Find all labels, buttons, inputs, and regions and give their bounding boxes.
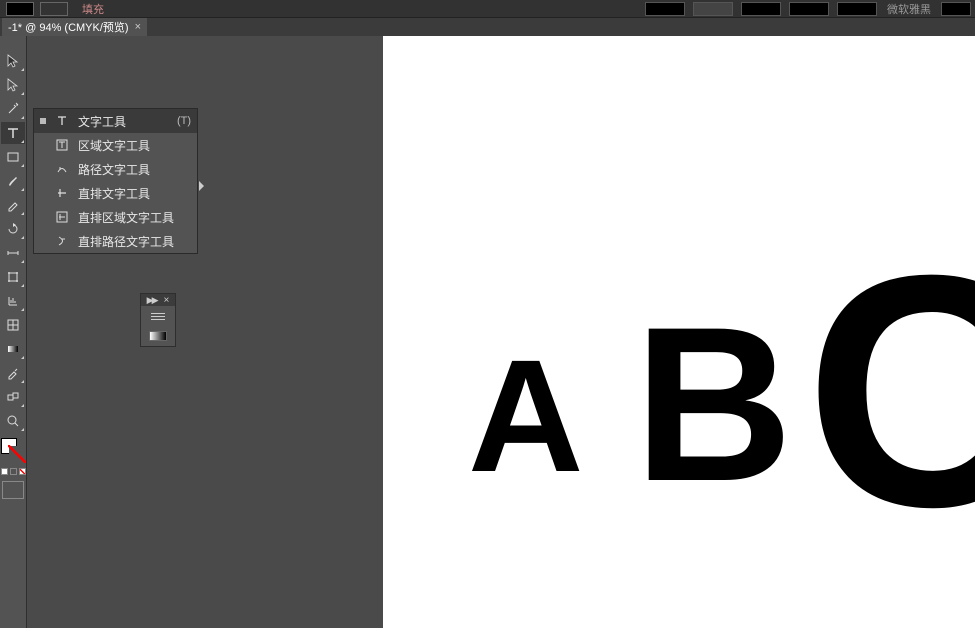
free-transform-tool[interactable] — [1, 266, 25, 288]
text-object-b[interactable]: B — [634, 294, 789, 514]
flyout-label: 直排文字工具 — [78, 185, 191, 202]
flyout-label: 路径文字工具 — [78, 161, 191, 178]
tab-title: -1* @ 94% (CMYK/预览) — [8, 19, 129, 35]
type-icon — [54, 115, 70, 127]
document-tabs: -1* @ 94% (CMYK/预览) × — [0, 18, 975, 36]
flyout-vertical-path-type-tool[interactable]: 直排路径文字工具 — [34, 229, 197, 253]
doc-tab[interactable]: -1* @ 94% (CMYK/预览) × — [2, 18, 147, 36]
graph-tool[interactable] — [1, 290, 25, 312]
selected-indicator-icon — [40, 142, 46, 148]
shortcut-label: (T) — [177, 115, 191, 127]
paintbrush-tool[interactable] — [1, 170, 25, 192]
stroke-box[interactable] — [9, 446, 25, 462]
selected-indicator-icon — [40, 166, 46, 172]
close-icon[interactable]: × — [135, 21, 141, 33]
flyout-tearoff-arrow-icon[interactable] — [199, 181, 204, 191]
vertical-area-type-icon — [54, 211, 70, 223]
top-field-6[interactable] — [941, 2, 971, 16]
top-field-3[interactable] — [741, 2, 781, 16]
screen-mode[interactable] — [2, 481, 24, 499]
tools-panel — [0, 36, 27, 628]
flyout-label: 直排区域文字工具 — [78, 209, 191, 226]
font-label: 微软雅黑 — [887, 1, 931, 17]
area-type-icon — [54, 139, 70, 151]
top-label: 填充 — [82, 1, 104, 17]
pencil-tool[interactable] — [1, 194, 25, 216]
selected-indicator-icon — [40, 190, 46, 196]
panel-icon-gradient[interactable] — [141, 326, 175, 346]
close-icon[interactable]: × — [164, 295, 170, 306]
path-type-icon — [54, 163, 70, 175]
direct-selection-tool[interactable] — [1, 74, 25, 96]
zoom-tool[interactable] — [1, 410, 25, 432]
selected-indicator-icon — [40, 118, 46, 124]
collapsed-panel[interactable]: ▶▶ × — [140, 293, 176, 347]
text-object-c[interactable]: C — [805, 226, 975, 556]
eyedropper-tool[interactable] — [1, 362, 25, 384]
vertical-type-icon — [54, 187, 70, 199]
top-field-1[interactable] — [645, 2, 685, 16]
panel-icon-paragraph[interactable] — [141, 306, 175, 326]
panel-header[interactable]: ▶▶ × — [141, 294, 175, 306]
type-tool-flyout: 文字工具 (T) 区域文字工具 路径文字工具 直排文字工具 直排区域文字工具 直… — [33, 108, 198, 254]
color-mode-gradient[interactable] — [10, 468, 17, 475]
flyout-label: 区域文字工具 — [78, 137, 191, 154]
top-field-4[interactable] — [789, 2, 829, 16]
top-field-5[interactable] — [837, 2, 877, 16]
options-bar: 填充 微软雅黑 — [0, 0, 975, 18]
magic-wand-tool[interactable] — [1, 98, 25, 120]
selection-tool[interactable] — [1, 50, 25, 72]
selected-indicator-icon — [40, 238, 46, 244]
fill-swatch[interactable] — [6, 2, 34, 16]
color-mode-solid[interactable] — [1, 468, 8, 475]
width-tool[interactable] — [1, 242, 25, 264]
vertical-path-type-icon — [54, 235, 70, 247]
flyout-area-type-tool[interactable]: 区域文字工具 — [34, 133, 197, 157]
fill-stroke-control[interactable] — [1, 438, 25, 462]
color-mode-row — [1, 468, 26, 475]
gradient-tool[interactable] — [1, 338, 25, 360]
top-field-2[interactable] — [693, 2, 733, 16]
stroke-swatch[interactable] — [40, 2, 68, 16]
type-tool[interactable] — [1, 122, 25, 144]
gradient-icon — [149, 331, 167, 341]
flyout-vertical-area-type-tool[interactable]: 直排区域文字工具 — [34, 205, 197, 229]
blend-tool[interactable] — [1, 386, 25, 408]
selected-indicator-icon — [40, 214, 46, 220]
flyout-path-type-tool[interactable]: 路径文字工具 — [34, 157, 197, 181]
rotate-tool[interactable] — [1, 218, 25, 240]
paragraph-icon — [151, 313, 165, 320]
artboard[interactable]: A B C — [383, 36, 975, 628]
expand-arrows-icon[interactable]: ▶▶ — [147, 295, 157, 306]
mesh-tool[interactable] — [1, 314, 25, 336]
flyout-label: 直排路径文字工具 — [78, 233, 191, 250]
flyout-label: 文字工具 — [78, 113, 169, 130]
color-mode-none[interactable] — [19, 468, 26, 475]
flyout-type-tool[interactable]: 文字工具 (T) — [34, 109, 197, 133]
text-object-a[interactable]: A — [468, 336, 580, 496]
rectangle-tool[interactable] — [1, 146, 25, 168]
flyout-vertical-type-tool[interactable]: 直排文字工具 — [34, 181, 197, 205]
